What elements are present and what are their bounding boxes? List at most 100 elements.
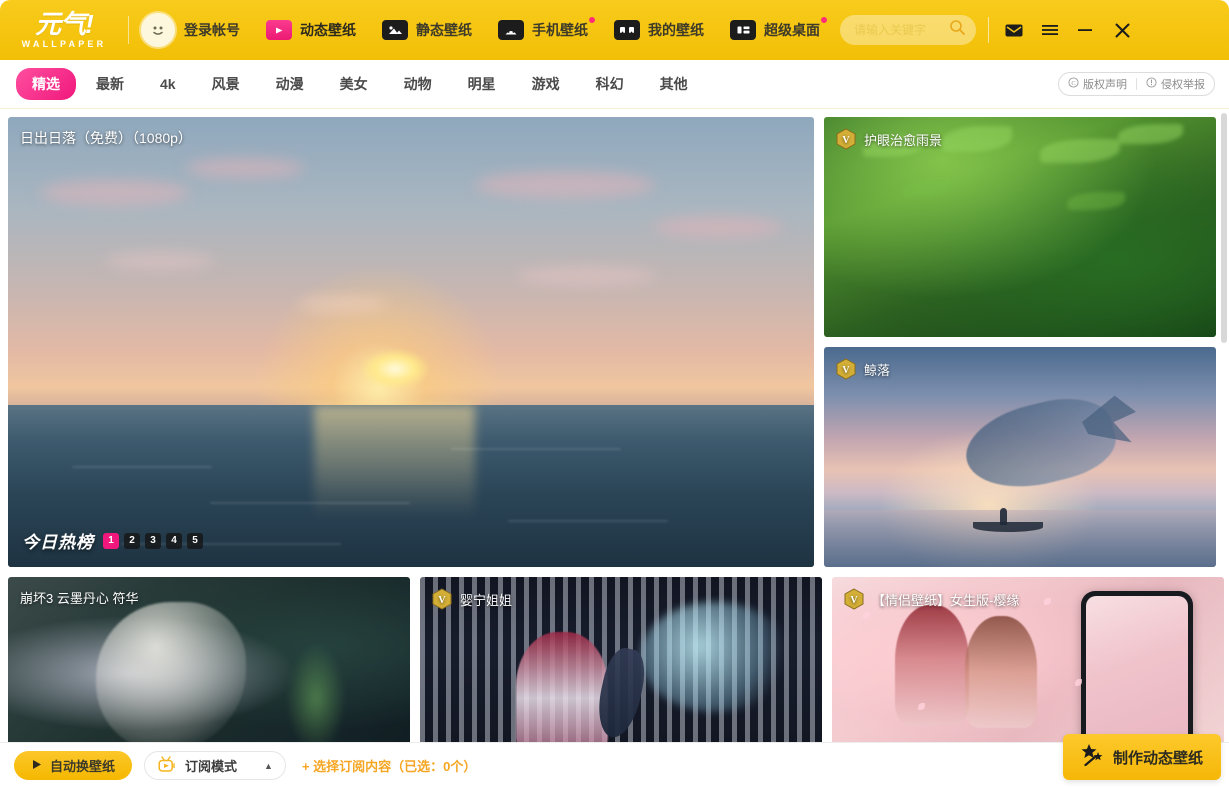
play-icon	[31, 758, 42, 773]
copyright-statement-link[interactable]: C 版权声明	[1059, 76, 1136, 92]
grid-right-column: V 护眼治愈雨景	[824, 117, 1216, 567]
hot-page-3[interactable]: 3	[145, 533, 161, 549]
nav-item-phone-wallpaper[interactable]: 手机壁纸	[498, 20, 588, 40]
header-separator	[988, 17, 989, 43]
nav-item-my-wallpaper[interactable]: 我的壁纸	[614, 20, 704, 40]
tab-dongman[interactable]: 动漫	[260, 68, 320, 100]
grid-top-row: 日出日落（免费）（1080p） 今日热榜 1 2 3 4 5	[8, 117, 1221, 567]
whale-artwork	[824, 347, 1216, 567]
avatar	[141, 13, 175, 47]
phone-mockup	[1081, 591, 1193, 749]
desktop-icon	[730, 20, 756, 40]
wallpaper-card-hero[interactable]: 日出日落（免费）（1080p） 今日热榜 1 2 3 4 5	[8, 117, 814, 567]
nav-badge-dot-desktop	[821, 17, 827, 23]
character-shape	[516, 632, 608, 749]
tv-play-icon	[266, 20, 292, 40]
wallpaper-card-yingning[interactable]: V 婴宁姐姐	[420, 577, 822, 749]
couple-card-title: V 【情侣壁纸】女生版-樱缘	[844, 588, 1019, 610]
wallpaper-card-couple[interactable]: V 【情侣壁纸】女生版-樱缘	[832, 577, 1224, 749]
search-input[interactable]	[854, 23, 949, 37]
logo-text: 元气!	[35, 11, 93, 37]
make-dynamic-wallpaper-button[interactable]: 制作动态壁纸	[1063, 734, 1221, 780]
vertical-scrollbar[interactable]	[1221, 113, 1227, 343]
tab-jingxuan[interactable]: 精选	[16, 68, 76, 100]
close-icon[interactable]	[1111, 19, 1133, 41]
vip-badge-icon: V	[844, 588, 864, 610]
auto-change-wallpaper-button[interactable]: 自动换壁纸	[14, 751, 132, 780]
tab-mingxing[interactable]: 明星	[452, 68, 512, 100]
auto-change-wallpaper-label: 自动换壁纸	[50, 756, 115, 775]
sakura-cloud-shape	[640, 602, 790, 712]
hero-artwork	[8, 117, 814, 567]
nav-item-static-wallpaper[interactable]: 静态壁纸	[382, 20, 472, 40]
tab-4k[interactable]: 4k	[144, 70, 192, 98]
hero-card-title-text: 日出日落（免费）（1080p）	[20, 128, 192, 148]
tab-dongwu[interactable]: 动物	[388, 68, 448, 100]
rights-links: C 版权声明 侵权举报	[1058, 72, 1215, 96]
nav-label-phone-wallpaper: 手机壁纸	[532, 20, 588, 40]
make-dynamic-wallpaper-label: 制作动态壁纸	[1113, 747, 1203, 768]
tab-zuixin[interactable]: 最新	[80, 68, 140, 100]
nav-label-dynamic-wallpaper: 动态壁纸	[300, 20, 356, 40]
hero-card-title: 日出日落（免费）（1080p）	[20, 128, 192, 148]
vip-badge-icon: V	[836, 128, 856, 150]
whale-card-title-text: 鲸落	[864, 360, 890, 379]
rain-card-title-text: 护眼治愈雨景	[864, 130, 942, 149]
tab-qita[interactable]: 其他	[644, 68, 704, 100]
couple-card-title-text: 【情侣壁纸】女生版-樱缘	[872, 590, 1019, 609]
boat-figure	[1000, 508, 1007, 525]
search-box[interactable]	[840, 15, 976, 45]
wallpaper-card-whale[interactable]: V 鲸落	[824, 347, 1216, 567]
minimize-icon[interactable]	[1075, 19, 1097, 41]
honkai-card-title: 崩坏3 云墨丹心 符华	[20, 588, 138, 607]
wallpaper-card-rain[interactable]: V 护眼治愈雨景	[824, 117, 1216, 337]
whale-shape	[958, 387, 1123, 501]
nav-item-super-desktop[interactable]: 超级桌面	[730, 20, 820, 40]
wallpaper-grid: 日出日落（免费）（1080p） 今日热榜 1 2 3 4 5	[0, 109, 1229, 749]
main-nav: 动态壁纸 静态壁纸 手机壁纸	[266, 20, 820, 40]
svg-text:V: V	[850, 595, 858, 606]
search-icon[interactable]	[949, 19, 966, 41]
hot-list-pager: 1 2 3 4 5	[103, 533, 203, 549]
tab-meinv[interactable]: 美女	[324, 68, 384, 100]
category-tabbar: 精选 最新 4k 风景 动漫 美女 动物 明星 游戏 科幻 其他 C 版权声明	[0, 60, 1229, 109]
chevron-up-icon[interactable]: ▲	[264, 761, 273, 771]
tab-kehuan[interactable]: 科幻	[580, 68, 640, 100]
logo-subtitle: WALLPAPER	[22, 40, 107, 49]
tab-fengjing[interactable]: 风景	[196, 68, 256, 100]
header-divider	[128, 16, 129, 44]
hot-page-2[interactable]: 2	[124, 533, 140, 549]
category-tabs: 精选 最新 4k 风景 动漫 美女 动物 明星 游戏 科幻 其他	[16, 68, 704, 100]
menu-icon[interactable]	[1039, 19, 1061, 41]
wallpaper-card-honkai[interactable]: 崩坏3 云墨丹心 符华	[8, 577, 410, 749]
mail-icon[interactable]	[1003, 19, 1025, 41]
tab-youxi[interactable]: 游戏	[516, 68, 576, 100]
nav-label-super-desktop: 超级桌面	[764, 20, 820, 40]
subscribe-mode-dropdown[interactable]: 订阅模式 ▲	[144, 751, 286, 780]
bottom-toolbar: 自动换壁纸 订阅模式 ▲ + 选择订阅内容（已选：0个）	[0, 742, 1229, 788]
hot-page-5[interactable]: 5	[187, 533, 203, 549]
phone-screen	[1086, 596, 1188, 746]
vip-badge-icon: V	[432, 588, 452, 610]
app-logo: 元气! WALLPAPER	[12, 11, 116, 49]
subscribe-mode-label: 订阅模式	[185, 756, 237, 775]
select-subscribe-content-link[interactable]: + 选择订阅内容（已选：0个）	[302, 756, 476, 775]
hot-list-label: 今日热榜	[22, 528, 94, 553]
infringement-report-link[interactable]: 侵权举报	[1137, 76, 1214, 92]
whale-card-title: V 鲸落	[836, 358, 890, 380]
copyright-statement-label: 版权声明	[1083, 76, 1127, 92]
svg-text:C: C	[1071, 80, 1075, 87]
hot-list-bar: 今日热榜 1 2 3 4 5	[22, 528, 203, 553]
svg-text:V: V	[842, 365, 850, 376]
app-header: 元气! WALLPAPER 登录帐号 动态壁纸	[0, 0, 1229, 60]
hot-page-4[interactable]: 4	[166, 533, 182, 549]
phone-icon	[498, 20, 524, 40]
boat-shape	[973, 522, 1043, 532]
girl-figure-right	[965, 616, 1037, 728]
svg-text:V: V	[842, 135, 850, 146]
login-account-button[interactable]: 登录帐号	[141, 13, 240, 47]
nav-item-dynamic-wallpaper[interactable]: 动态壁纸	[266, 20, 356, 40]
hot-page-1[interactable]: 1	[103, 533, 119, 549]
grid-bottom-row: 崩坏3 云墨丹心 符华 V 婴宁姐姐	[8, 577, 1221, 749]
nav-label-static-wallpaper: 静态壁纸	[416, 20, 472, 40]
